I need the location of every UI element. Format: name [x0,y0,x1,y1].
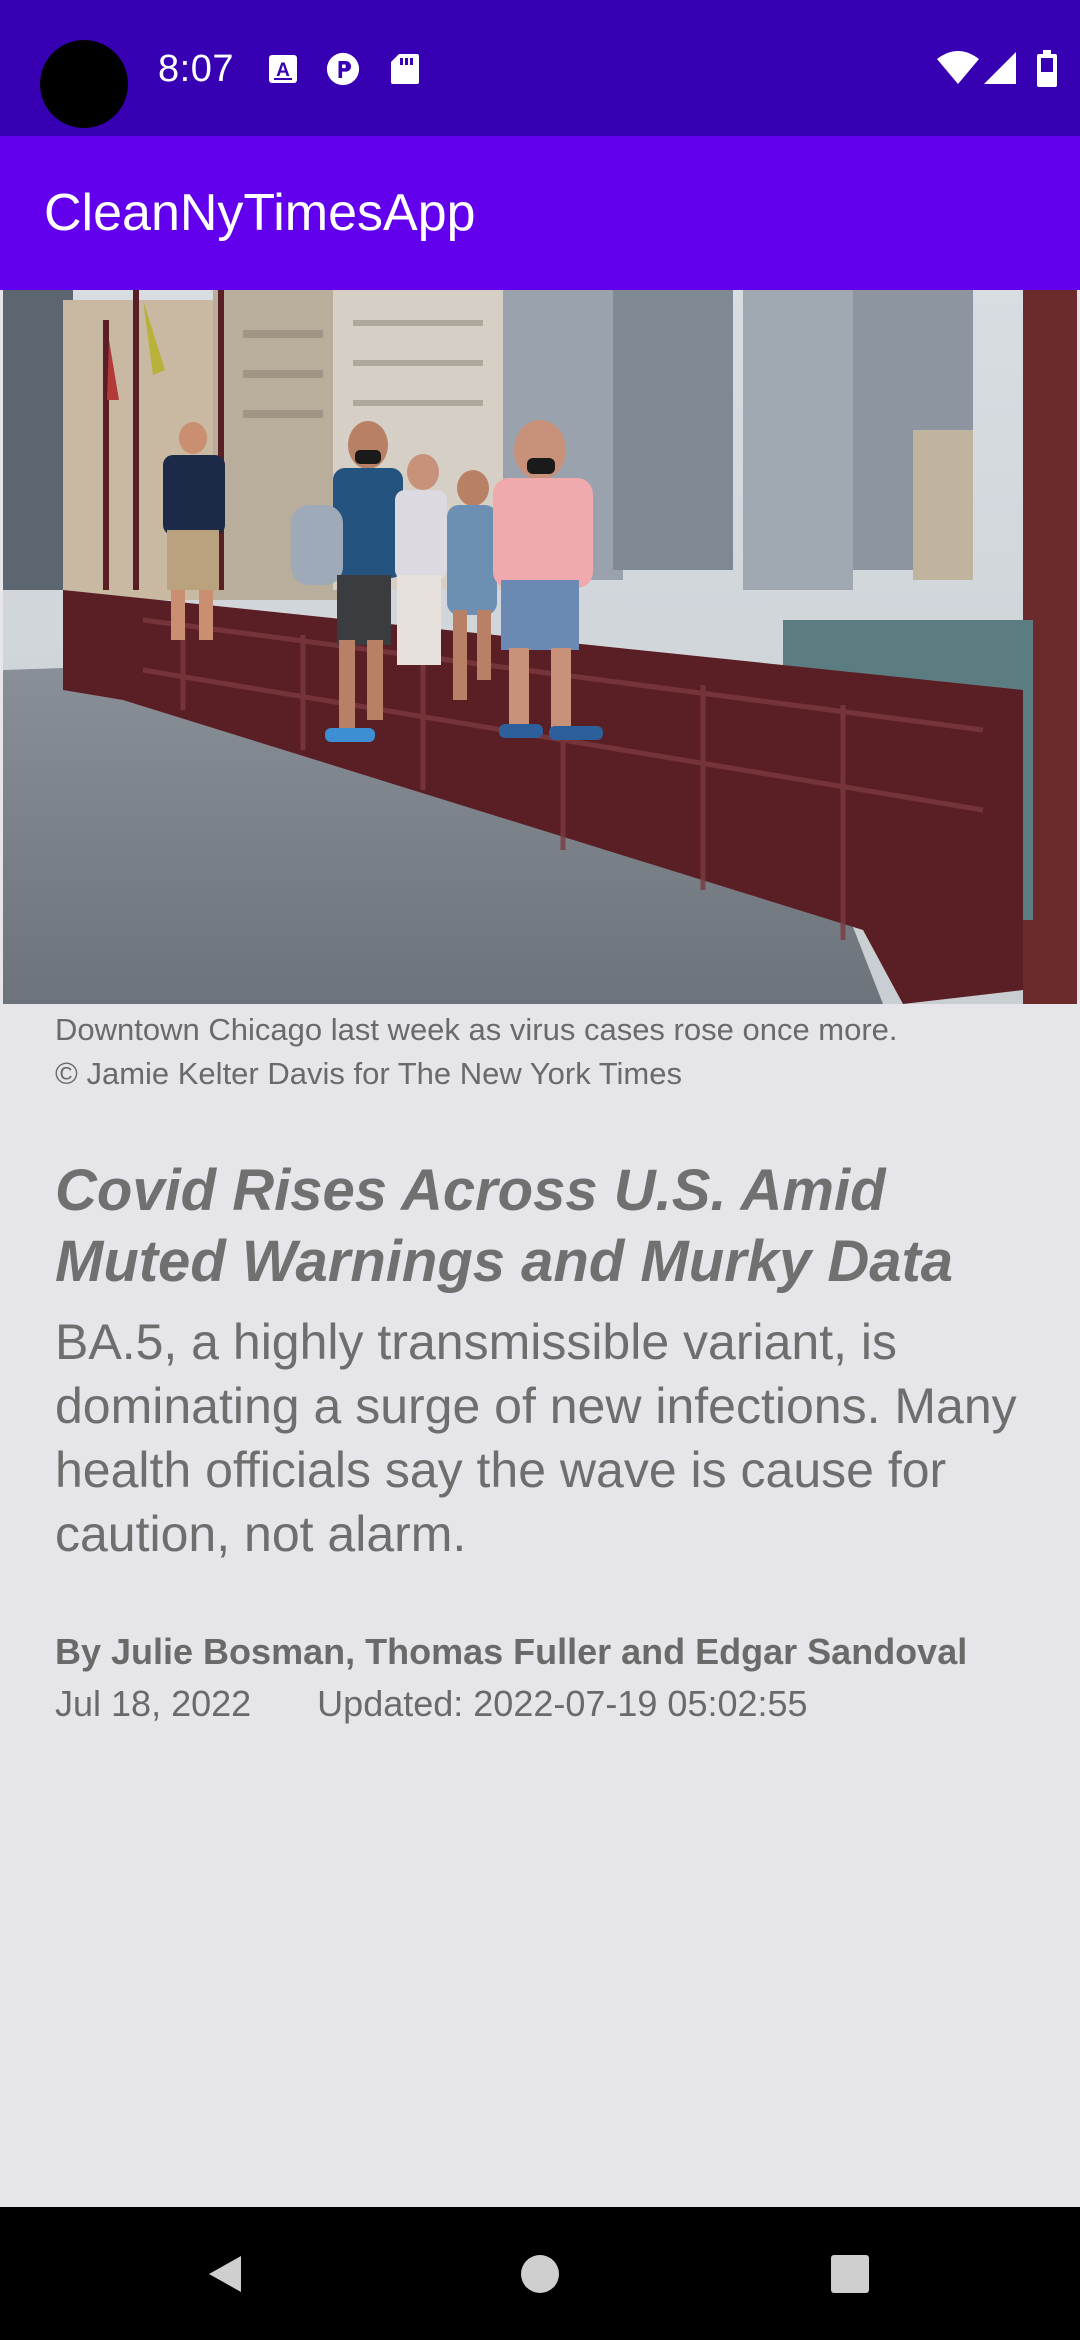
back-icon [209,2255,241,2292]
recents-button[interactable] [790,2207,910,2340]
svg-text:A: A [276,60,290,81]
back-button[interactable] [165,2207,285,2340]
article-headline: Covid Rises Across U.S. Amid Muted Warni… [55,1158,954,1294]
app-bar: CleanNyTimesApp [0,136,1080,290]
app-screen: 8:07 A CleanNyTimesApp Downtown Chicago … [0,0,1080,2340]
home-button[interactable] [480,2207,600,2340]
status-time: 8:07 [158,48,234,90]
camera-cutout [40,40,128,128]
updated-date: Updated: 2022-07-19 05:02:55 [317,1683,808,1724]
caption-text: Downtown Chicago last week as virus case… [55,1012,898,1047]
article-summary: BA.5, a highly transmissible variant, is… [55,1314,1017,1562]
status-bar: 8:07 A [0,0,1080,136]
image-caption: Downtown Chicago last week as virus case… [55,1008,1045,1096]
date-row: Jul 18, 2022 Updated: 2022-07-19 05:02:5… [55,1680,808,1728]
p-notification-icon [326,52,360,86]
published-date: Jul 18, 2022 [55,1683,252,1724]
article-image[interactable] [3,290,1077,1004]
home-icon [521,2254,559,2293]
wifi-icon [937,51,979,84]
sd-card-icon [391,54,419,84]
article-byline: By Julie Bosman, Thomas Fuller and Edgar… [55,1631,968,1672]
app-title: CleanNyTimesApp [44,184,476,242]
a-notification-icon: A [269,55,297,83]
battery-icon [1037,50,1057,87]
system-nav-bar [0,2207,1080,2340]
recents-icon [831,2254,869,2293]
signal-icon [984,52,1016,84]
photo-credit: © Jamie Kelter Davis for The New York Ti… [55,1056,682,1091]
